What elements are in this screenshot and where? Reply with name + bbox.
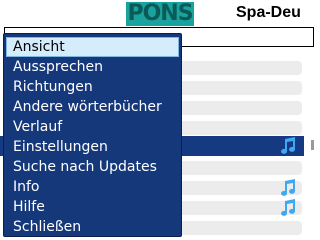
menu-item-info[interactable]: Info bbox=[6, 177, 179, 197]
pons-logo: PONS bbox=[126, 1, 194, 26]
music-note-icon[interactable] bbox=[278, 199, 298, 217]
menu-item-aussprechen[interactable]: Aussprechen bbox=[6, 57, 179, 77]
menu-item-hilfe[interactable]: Hilfe bbox=[6, 197, 179, 217]
dictionary-direction-title: Spa-Deu bbox=[236, 4, 301, 21]
scrollbar-thumb[interactable] bbox=[311, 140, 314, 150]
menu-item-suche-nach-updates[interactable]: Suche nach Updates bbox=[6, 157, 179, 177]
options-menu: Ansicht Aussprechen Richtungen Andere wö… bbox=[3, 33, 182, 237]
menu-item-schliessen[interactable]: Schließen bbox=[6, 217, 179, 237]
scrollbar[interactable] bbox=[309, 52, 315, 238]
menu-item-andere-woerterbuecher[interactable]: Andere wörterbücher bbox=[6, 97, 179, 117]
menu-item-einstellungen[interactable]: Einstellungen bbox=[6, 137, 179, 157]
music-note-icon[interactable] bbox=[278, 179, 298, 197]
menu-item-ansicht[interactable]: Ansicht bbox=[6, 37, 179, 57]
menu-item-richtungen[interactable]: Richtungen bbox=[6, 77, 179, 97]
menu-item-verlauf[interactable]: Verlauf bbox=[6, 117, 179, 137]
music-note-icon[interactable] bbox=[278, 137, 298, 155]
